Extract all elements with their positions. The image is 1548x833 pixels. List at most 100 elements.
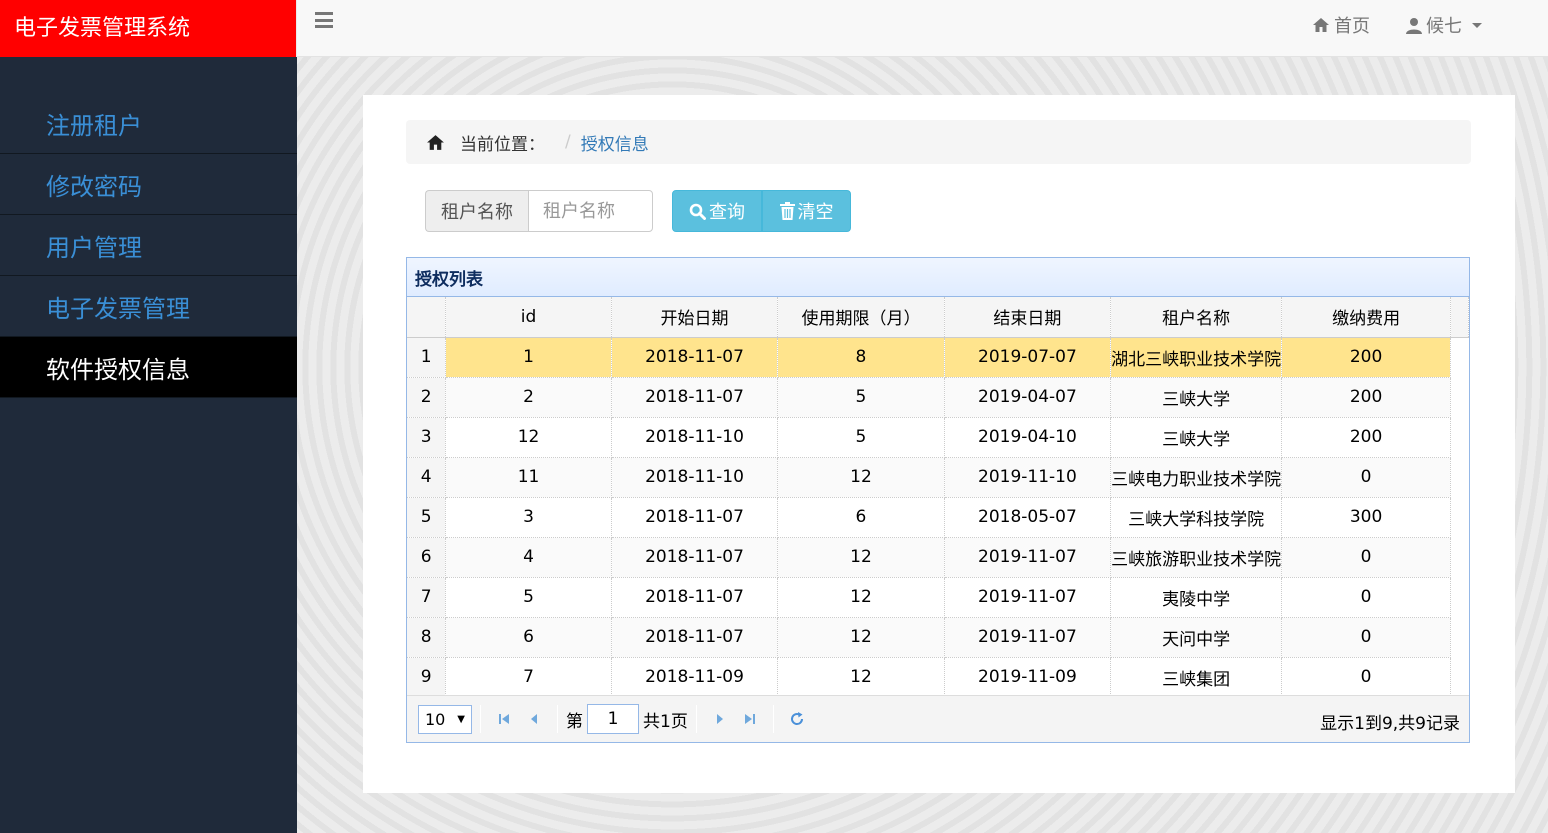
column-header[interactable]: 使用期限（月） — [777, 297, 945, 338]
next-page-icon[interactable] — [705, 705, 735, 733]
row-number: 1 — [407, 337, 447, 378]
table-row[interactable]: 3 12 2018-11-10 5 2019-04-10 三峡大学 200 — [407, 417, 1469, 458]
table-cell: 0 — [1281, 617, 1452, 658]
table-cell: 2018-11-07 — [611, 537, 779, 578]
table-cell: 三峡旅游职业技术学院 — [1110, 537, 1283, 578]
table-row[interactable]: 6 4 2018-11-07 12 2019-11-07 三峡旅游职业技术学院 0 — [407, 537, 1469, 578]
user-icon — [1406, 17, 1422, 34]
sidebar-item-invoice-management[interactable]: 电子发票管理 — [0, 276, 297, 337]
table-cell: 2018-11-10 — [611, 417, 779, 458]
license-grid: 授权列表 id 开始日期 使用期限（月） 结束日期 租户名称 缴纳费用 1 1 20… — [406, 257, 1470, 743]
menu-toggle-icon[interactable] — [315, 12, 333, 28]
sidebar-item-user-management[interactable]: 用户管理 — [0, 215, 297, 276]
table-cell: 4 — [445, 537, 612, 578]
table-cell: 2018-05-07 — [944, 497, 1112, 538]
table-cell: 300 — [1281, 497, 1452, 538]
page-prefix: 第 — [566, 711, 583, 732]
table-cell: 三峡大学 — [1110, 417, 1283, 458]
column-header[interactable]: id — [445, 297, 612, 338]
table-cell: 11 — [445, 457, 612, 498]
table-cell: 3 — [445, 497, 612, 538]
search-group: 租户名称 — [425, 190, 653, 232]
clear-button[interactable]: 清空 — [762, 190, 851, 232]
pager-separator — [480, 705, 481, 733]
table-cell: 2019-11-10 — [944, 457, 1112, 498]
table-cell: 2019-11-07 — [944, 577, 1112, 618]
table-cell: 2 — [445, 377, 612, 418]
table-row[interactable]: 4 11 2018-11-10 12 2019-11-10 三峡电力职业技术学院 0 — [407, 457, 1469, 498]
column-header[interactable]: 缴纳费用 — [1281, 297, 1452, 338]
pager-separator — [557, 705, 558, 733]
table-row[interactable]: 8 6 2018-11-07 12 2019-11-07 天问中学 0 — [407, 617, 1469, 658]
search-addon-label: 租户名称 — [425, 190, 528, 232]
page-size-select[interactable]: 10 ▼ — [418, 704, 472, 734]
sidebar-item-change-password[interactable]: 修改密码 — [0, 154, 297, 215]
column-header[interactable]: 开始日期 — [611, 297, 779, 338]
table-cell: 2019-04-07 — [944, 377, 1112, 418]
chevron-down-icon — [1472, 22, 1482, 28]
table-cell: 2018-11-07 — [611, 497, 779, 538]
breadcrumb: 当前位置： / 授权信息 — [406, 120, 1471, 164]
pager-separator — [772, 705, 774, 733]
sidebar-item-software-license[interactable]: 软件授权信息 — [0, 337, 297, 398]
table-row[interactable]: 9 7 2018-11-09 12 2019-11-09 三峡集团 0 — [407, 657, 1469, 698]
table-row[interactable]: 7 5 2018-11-07 12 2019-11-07 夷陵中学 0 — [407, 577, 1469, 618]
topbar: 首页 候七 — [297, 0, 1548, 57]
table-row[interactable]: 5 3 2018-11-07 6 2018-05-07 三峡大学科技学院 300 — [407, 497, 1469, 538]
search-buttons: 查询 清空 — [672, 190, 851, 232]
tenant-name-input[interactable] — [528, 190, 653, 232]
table-cell: 三峡电力职业技术学院 — [1110, 457, 1283, 498]
user-name: 候七 — [1426, 16, 1462, 37]
trash-icon — [779, 202, 795, 220]
grid-title: 授权列表 — [407, 258, 1469, 297]
table-cell: 2019-04-10 — [944, 417, 1112, 458]
table-header-row: id 开始日期 使用期限（月） 结束日期 租户名称 缴纳费用 — [407, 297, 1469, 338]
table-cell: 12 — [777, 577, 945, 618]
user-menu[interactable]: 候七 — [1406, 12, 1482, 38]
table-row[interactable]: 1 1 2018-11-07 8 2019-07-07 湖北三峡职业技术学院 200 — [407, 337, 1469, 378]
table-cell: 12 — [777, 537, 945, 578]
table-cell: 12 — [445, 417, 612, 458]
table-cell: 天问中学 — [1110, 617, 1283, 658]
sidebar: 注册租户 修改密码 用户管理 电子发票管理 软件授权信息 — [0, 57, 297, 833]
table-cell: 5 — [777, 377, 945, 418]
table-cell: 2018-11-07 — [611, 577, 779, 618]
last-page-icon[interactable] — [735, 705, 765, 733]
table-cell: 三峡集团 — [1110, 657, 1283, 698]
table-cell: 2019-07-07 — [944, 337, 1112, 378]
scrollbar-spacer — [1450, 297, 1469, 338]
row-number: 6 — [407, 537, 447, 578]
row-number: 3 — [407, 417, 447, 458]
table-cell: 0 — [1281, 577, 1452, 618]
column-header-rownum — [407, 297, 447, 338]
search-icon — [689, 203, 706, 220]
row-number: 8 — [407, 617, 447, 658]
home-link-label: 首页 — [1334, 16, 1370, 37]
column-header[interactable]: 结束日期 — [944, 297, 1112, 338]
table-cell: 12 — [777, 617, 945, 658]
table-row[interactable]: 2 2 2018-11-07 5 2019-04-07 三峡大学 200 — [407, 377, 1469, 418]
home-icon — [427, 134, 444, 150]
table-cell: 12 — [777, 457, 945, 498]
table-cell: 6 — [777, 497, 945, 538]
query-button-label: 查询 — [709, 202, 745, 223]
query-button[interactable]: 查询 — [672, 190, 762, 232]
refresh-icon[interactable] — [782, 705, 812, 733]
breadcrumb-current[interactable]: 授权信息 — [581, 130, 649, 155]
table-cell: 0 — [1281, 537, 1452, 578]
first-page-icon[interactable] — [489, 705, 519, 733]
prev-page-icon[interactable] — [519, 705, 549, 733]
table-cell: 2018-11-07 — [611, 617, 779, 658]
sidebar-item-register-tenant[interactable]: 注册租户 — [0, 93, 297, 154]
breadcrumb-prefix: 当前位置： — [460, 134, 545, 155]
page-number-input[interactable] — [587, 704, 639, 734]
dropdown-arrow-icon: ▼ — [457, 713, 465, 725]
table-cell: 200 — [1281, 417, 1452, 458]
row-number: 2 — [407, 377, 447, 418]
column-header[interactable]: 租户名称 — [1110, 297, 1283, 338]
home-link[interactable]: 首页 — [1312, 12, 1370, 38]
table-cell: 三峡大学科技学院 — [1110, 497, 1283, 538]
home-icon — [1313, 18, 1329, 32]
page-size-value: 10 — [425, 709, 446, 729]
row-number: 9 — [407, 657, 447, 698]
